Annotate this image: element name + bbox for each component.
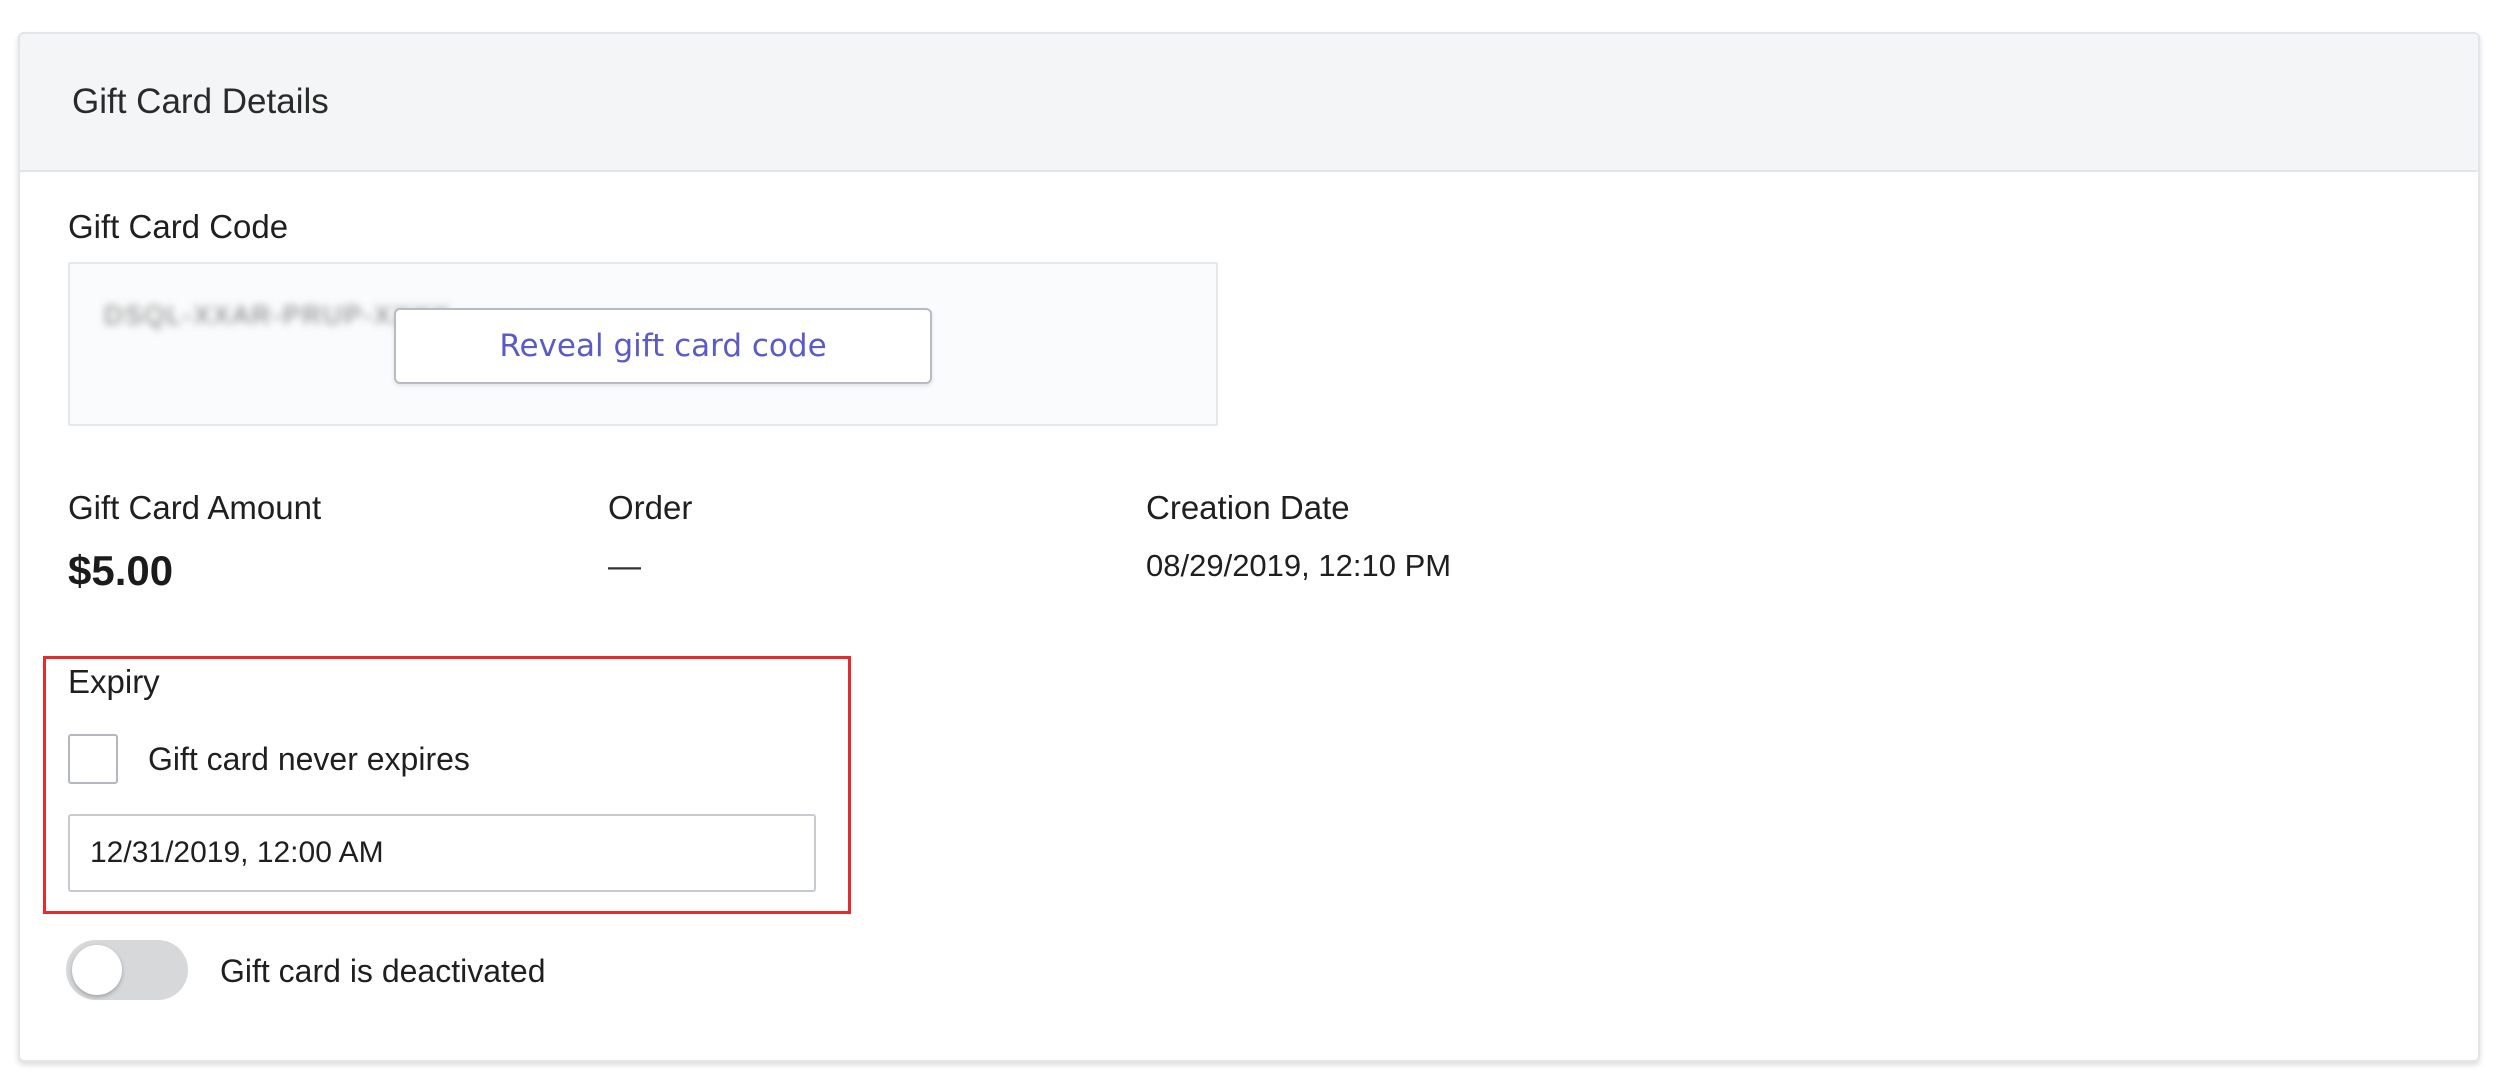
creation-date-label: Creation Date xyxy=(1146,489,1350,526)
gift-card-code-label: Gift Card Code xyxy=(68,208,289,245)
gift-card-amount-value: $5.00 xyxy=(68,547,174,594)
expiry-label: Expiry xyxy=(68,663,160,700)
expiry-date-input[interactable] xyxy=(68,814,816,892)
order-value: — xyxy=(608,547,641,584)
toggle-knob xyxy=(72,945,122,995)
reveal-gift-card-code-button[interactable]: Reveal gift card code xyxy=(394,308,932,384)
card-header: Gift Card Details xyxy=(20,34,2478,172)
card-title: Gift Card Details xyxy=(72,82,329,121)
never-expires-label: Gift card never expires xyxy=(148,741,470,777)
deactivate-toggle-label: Gift card is deactivated xyxy=(220,953,546,989)
order-label: Order xyxy=(608,489,693,526)
creation-date-value: 08/29/2019, 12:10 PM xyxy=(1146,548,1452,583)
never-expires-checkbox[interactable] xyxy=(68,734,118,784)
gift-card-details-card: Gift Card Details Gift Card Code DSQL-XX… xyxy=(18,32,2480,1062)
gift-card-amount-label: Gift Card Amount xyxy=(68,489,322,526)
gift-card-code-box: DSQL-XXAR-PRUP-XXXX Reveal gift card cod… xyxy=(68,262,1218,426)
deactivate-toggle[interactable] xyxy=(66,940,188,1000)
